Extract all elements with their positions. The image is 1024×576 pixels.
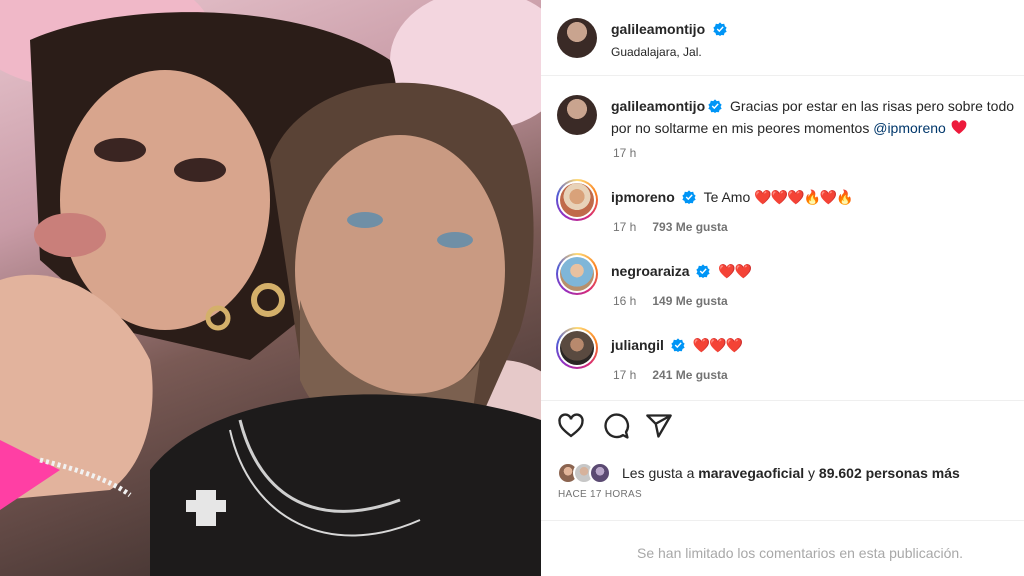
heart-emoji-icon [951,120,967,134]
comment-username[interactable]: ipmoreno [611,189,675,205]
likes-prefix: Les gusta a [622,465,699,481]
verified-icon [671,338,685,352]
author-avatar[interactable] [557,18,597,58]
comment-username[interactable]: negroaraiza [611,263,690,279]
verified-icon [708,99,722,113]
caption-text-line2: por no soltarme en mis peores momentos [611,120,874,136]
comment-time: 16 h [613,294,637,308]
caption-time: 17 h [613,146,637,160]
verified-icon [696,264,711,278]
share-icon[interactable] [645,412,673,440]
photo-illustration [0,0,541,576]
comment-time: 17 h [613,220,637,234]
comment-row: juliangil ❤️❤️❤️ [611,337,743,354]
comment-row: ipmoreno Te Amo ❤️❤️❤️🔥❤️🔥 [611,189,854,206]
comment-icon[interactable] [602,412,630,440]
comment-likes[interactable]: 149 Me gusta [652,294,727,308]
comment-text: Te Amo [703,189,751,205]
comment-meta: 17 h 241 Me gusta [613,368,728,382]
likes-summary: Les gusta a maravegaoficial y 89.602 per… [622,465,960,481]
comment-likes[interactable]: 793 Me gusta [652,220,727,234]
comment-emojis: ❤️❤️ [718,263,752,279]
post-location[interactable]: Guadalajara, Jal. [611,45,702,59]
comments-limited-text: Se han limitado los comentarios en esta … [637,545,964,561]
post-panel: galileamontijo Guadalajara, Jal. galilea… [541,0,1024,576]
verified-icon [682,190,696,204]
caption-username[interactable]: galileamontijo [611,98,705,114]
comment-avatar[interactable] [556,253,598,295]
heart-icon[interactable] [557,412,585,440]
caption-mention-link[interactable]: @ipmoreno [873,120,946,136]
post-header: galileamontijo Guadalajara, Jal. [541,0,1024,76]
comment-avatar[interactable] [556,327,598,369]
author-username[interactable]: galileamontijo [611,21,705,37]
comment-time: 17 h [613,368,637,382]
caption-avatar[interactable] [557,95,597,135]
likes-count-link[interactable]: 89.602 personas más [819,465,960,481]
likes-middle: y [804,465,819,481]
comments-limited-footer: Se han limitado los comentarios en esta … [541,520,1024,576]
likes-user-link[interactable]: maravegaoficial [698,465,804,481]
post-photo [0,0,541,576]
post-caption: galileamontijo Gracias por estar en las … [611,95,1024,139]
comment-avatar[interactable] [556,179,598,221]
verified-icon [712,22,727,36]
comment-username[interactable]: juliangil [611,337,664,353]
post-timestamp[interactable]: HACE 17 HORAS [558,489,642,500]
comment-meta: 16 h 149 Me gusta [613,294,728,308]
comment-emojis: ❤️❤️❤️🔥❤️🔥 [754,189,854,205]
comment-row: negroaraiza ❤️❤️ [611,263,752,280]
comment-emojis: ❤️❤️❤️ [692,337,743,353]
caption-text-line1: Gracias por estar en las risas pero sobr… [730,98,1015,114]
comment-meta: 17 h 793 Me gusta [613,220,728,234]
comment-likes[interactable]: 241 Me gusta [652,368,727,382]
actions-divider [541,400,1024,401]
